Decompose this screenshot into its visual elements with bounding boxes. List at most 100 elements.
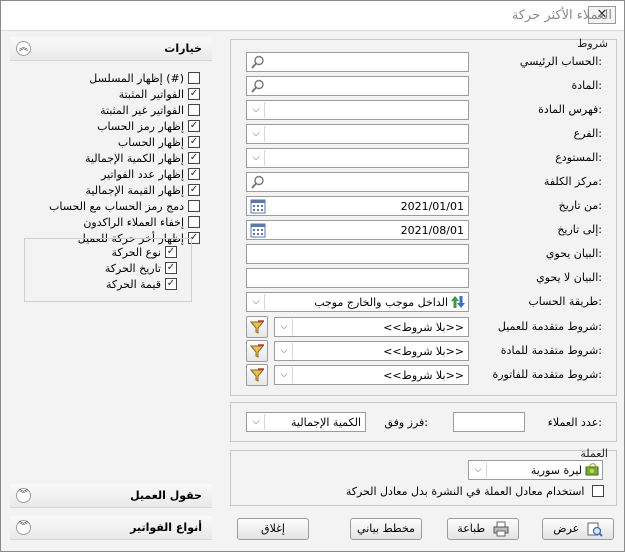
filter-icon <box>249 368 265 382</box>
calendar-icon[interactable] <box>250 222 266 238</box>
chevron-down-icon[interactable]: ⌵ <box>276 319 293 335</box>
to-date-field[interactable]: 2021/08/01 <box>246 220 469 240</box>
statement-not-contains-input[interactable] <box>246 268 469 288</box>
sort-group: عدد العملاء: فرز وفق: ⌵ الكمية الإجمالية <box>230 402 617 442</box>
conditions-group: شروط الحساب الرئيسي: المادة: فهرس المادة… <box>230 37 617 396</box>
main-account-label: الحساب الرئيسي: <box>519 55 602 68</box>
adv-customer-label: شروط متقدمة للعميل: <box>497 320 602 333</box>
sort-by-combo[interactable]: ⌵ الكمية الإجمالية <box>246 412 366 432</box>
adv-material-value: <<بلا شروط>> <box>383 345 464 358</box>
customer-fields-title: حقول العميل <box>130 489 202 502</box>
chart-button[interactable]: مخطط بياني <box>350 518 422 540</box>
currency-combo[interactable]: ⌵ ليرة سورية <box>468 460 603 480</box>
option-checkbox[interactable]: ✓ <box>188 152 200 164</box>
customer-fields-header[interactable]: ︾ حقول العميل <box>10 484 212 508</box>
adv-customer-combo[interactable]: ⌵ <<بلا شروط>> <box>274 317 469 337</box>
report-window: ✕ العملاء الأكثر حركة شروط الحساب الرئيس… <box>0 0 625 552</box>
adv-invoice-combo[interactable]: ⌵ <<بلا شروط>> <box>274 365 469 385</box>
currency-equivalent-option[interactable]: استخدام معادل العملة في النشرة بدل معادل… <box>346 484 604 500</box>
chevron-down-icon[interactable]: ⌵ <box>248 294 265 310</box>
currency-equivalent-checkbox[interactable] <box>592 485 604 497</box>
currency-value: ليرة سورية <box>530 464 582 477</box>
option-label: نوع الحركة <box>111 245 161 259</box>
chevron-down-icon[interactable]: ⌵ <box>248 150 265 166</box>
double-chevron-down-icon[interactable]: ︾ <box>16 488 31 503</box>
double-chevron-up-icon[interactable]: ︽ <box>16 41 31 56</box>
option-movement-date[interactable]: تاريخ الحركة ✓ <box>105 261 177 277</box>
option-movement-value[interactable]: قيمة الحركة ✓ <box>106 277 177 293</box>
option-checkbox[interactable]: ✓ <box>165 262 177 274</box>
material-field[interactable] <box>246 76 469 96</box>
warehouse-combo[interactable]: ⌵ <box>246 148 469 168</box>
option-hide-stagnant[interactable]: إخفاء العملاء الراكدون <box>83 215 200 231</box>
option-merge-account-code[interactable]: دمج رمز الحساب مع الحساب <box>49 199 200 215</box>
option-checkbox[interactable]: ✓ <box>165 278 177 290</box>
chevron-down-icon[interactable]: ⌵ <box>248 414 265 430</box>
calc-method-combo[interactable]: ⌵ الداخل موجب والخارج موجب <box>246 292 469 312</box>
option-checkbox[interactable]: ✓ <box>188 120 200 132</box>
option-posted-invoices[interactable]: الفواتير المثبتة ✓ <box>119 87 200 103</box>
chevron-down-icon[interactable]: ⌵ <box>248 126 265 142</box>
option-show-account[interactable]: إظهار الحساب ✓ <box>118 135 200 151</box>
option-checkbox[interactable]: ✓ <box>188 88 200 100</box>
magnifier-icon[interactable] <box>250 54 266 70</box>
show-button[interactable]: عرض <box>542 518 614 540</box>
option-checkbox[interactable] <box>188 72 200 84</box>
calc-method-value: الداخل موجب والخارج موجب <box>314 296 448 309</box>
magnifier-icon[interactable] <box>250 174 266 190</box>
option-show-total-value[interactable]: إظهار القيمة الإجمالية ✓ <box>85 183 200 199</box>
option-show-total-quantity[interactable]: إظهار الكمية الإجمالية ✓ <box>85 151 200 167</box>
chevron-down-icon[interactable]: ⌵ <box>248 102 265 118</box>
option-checkbox[interactable] <box>188 216 200 228</box>
from-date-field[interactable]: 2021/01/01 <box>246 196 469 216</box>
cost-center-field[interactable] <box>246 172 469 192</box>
calendar-icon[interactable] <box>250 198 266 214</box>
option-label: إظهار المسلسل (#) <box>89 71 184 85</box>
magnifier-icon[interactable] <box>250 78 266 94</box>
chevron-down-icon[interactable]: ⌵ <box>276 343 293 359</box>
options-header[interactable]: ︽ خيارات <box>10 37 212 61</box>
statement-not-contains-label: البيان لا يحوي: <box>536 271 602 284</box>
option-checkbox[interactable]: ✓ <box>188 168 200 180</box>
branch-combo[interactable]: ⌵ <box>246 124 469 144</box>
main-account-field[interactable] <box>246 52 469 72</box>
from-date-label: من تاريخ: <box>558 199 602 212</box>
statement-contains-input[interactable] <box>246 244 469 264</box>
cost-center-label: مركز الكلفة: <box>543 175 602 188</box>
option-show-account-code[interactable]: إظهار رمز الحساب ✓ <box>97 119 200 135</box>
invoice-types-header[interactable]: ︾ أنواع الفواتير <box>10 516 212 540</box>
option-movement-type[interactable]: نوع الحركة ✓ <box>111 245 177 261</box>
material-index-combo[interactable]: ⌵ <box>246 100 469 120</box>
currency-legend: العملة <box>580 447 608 460</box>
option-label: إظهار عدد الفواتير <box>101 167 184 181</box>
customer-count-input[interactable] <box>453 412 525 432</box>
option-checkbox[interactable] <box>188 200 200 212</box>
option-show-invoice-count[interactable]: إظهار عدد الفواتير ✓ <box>101 167 200 183</box>
option-checkbox[interactable]: ✓ <box>188 136 200 148</box>
chevron-down-icon[interactable]: ⌵ <box>276 367 293 383</box>
material-label: المادة: <box>571 79 603 92</box>
print-button[interactable]: طباعة <box>447 518 519 540</box>
chevron-down-icon[interactable]: ⌵ <box>470 462 487 478</box>
branch-label: الفرع: <box>573 127 602 140</box>
adv-invoice-filter-button[interactable] <box>246 364 268 386</box>
option-checkbox[interactable]: ✓ <box>188 184 200 196</box>
sort-by-value: الكمية الإجمالية <box>291 416 361 429</box>
option-unposted-invoices[interactable]: الفواتير غير المثبتة <box>100 103 200 119</box>
filter-icon <box>249 320 265 334</box>
option-show-serial[interactable]: إظهار المسلسل (#) <box>89 71 200 87</box>
sort-by-label: فرز وفق: <box>384 416 428 429</box>
double-chevron-down-icon[interactable]: ︾ <box>16 520 31 535</box>
title-bar: ✕ العملاء الأكثر حركة <box>1 1 624 31</box>
adv-material-combo[interactable]: ⌵ <<بلا شروط>> <box>274 341 469 361</box>
option-checkbox[interactable]: ✓ <box>165 246 177 258</box>
window-title: العملاء الأكثر حركة <box>511 8 612 23</box>
to-date-value: 2021/08/01 <box>400 224 464 237</box>
option-checkbox[interactable] <box>188 104 200 116</box>
adv-material-filter-button[interactable] <box>246 340 268 362</box>
option-label: إظهار القيمة الإجمالية <box>85 183 185 197</box>
adv-customer-filter-button[interactable] <box>246 316 268 338</box>
option-label: إظهار الحساب <box>117 135 184 149</box>
show-label: عرض <box>553 522 580 535</box>
close-button[interactable]: إغلاق <box>237 518 309 540</box>
